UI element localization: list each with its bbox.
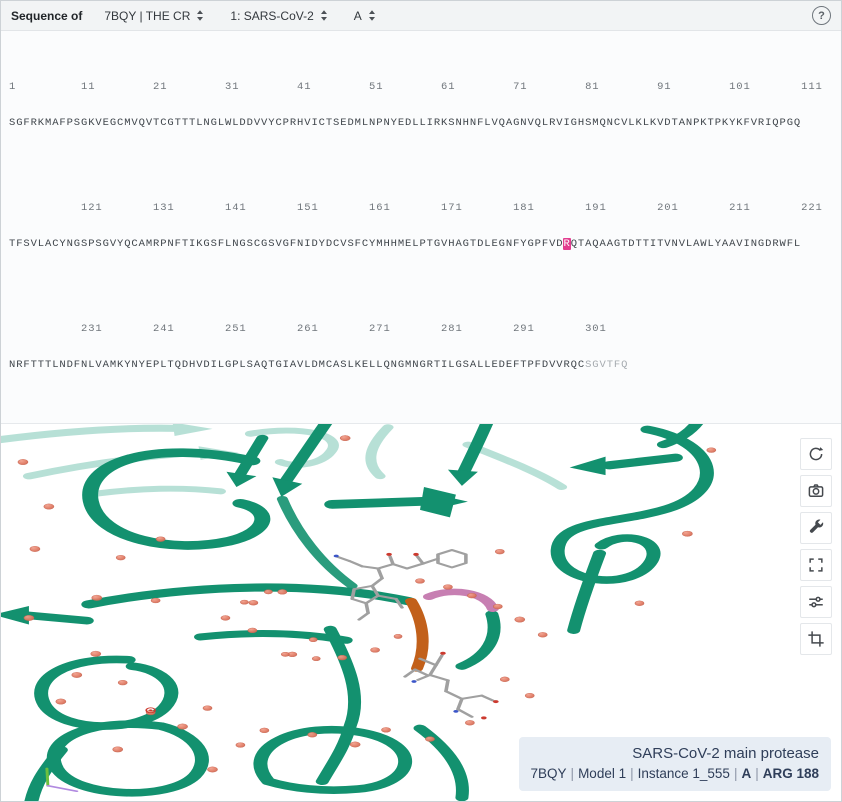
- structure-title: SARS-CoV-2 main protease: [632, 745, 819, 762]
- info-instance: Instance 1_555: [637, 766, 730, 781]
- molstar-viewer: Sequence of 7BQY | THE CR 1: SARS-CoV-2 …: [0, 0, 842, 802]
- chain-select[interactable]: A: [354, 9, 376, 23]
- info-model: Model 1: [578, 766, 627, 781]
- info-separator: |: [733, 766, 738, 781]
- sequence-row: 231 241 251 261 271 281 291 301 NRFTTTLN…: [9, 300, 833, 395]
- info-pdb-id: 7BQY: [530, 766, 567, 781]
- sliders-icon: [809, 596, 823, 608]
- sequence-letters[interactable]: SGFRKMAFPSGKVEGCMVQVTCGTTTLNGLWLDDVVYCPR…: [9, 117, 833, 129]
- screenshot-camera-icon: [808, 484, 824, 497]
- help-button[interactable]: ?: [812, 6, 831, 25]
- structure-select[interactable]: 7BQY | THE CR: [104, 9, 204, 23]
- select-updown-icon: [197, 10, 204, 21]
- reset-camera-button[interactable]: [800, 438, 832, 470]
- selection-mode-button[interactable]: [800, 623, 832, 655]
- sequence-letters[interactable]: TFSVLACYNGSPSGVYQCAMRPNFTIKGSFLNGSCGSVGF…: [9, 238, 833, 250]
- seq-segment: SGFRKMAFPSGKVEGCMVQVTCGTTTLNGLWLDDVVYCPR…: [9, 117, 802, 129]
- residue-highlight-arg188: R: [563, 238, 571, 250]
- fullscreen-icon: [809, 558, 823, 572]
- sequence-letters[interactable]: NRFTTTLNDFNLVAMKYNYEPLTQDHVDILGPLSAQTGIA…: [9, 359, 833, 371]
- toggle-controls-button[interactable]: [800, 512, 832, 544]
- seq-segment: NRFTTTLNDFNLVAMKYNYEPLTQDHVDILGPLSAQTGIA…: [9, 359, 586, 371]
- sequence-row: 121 131 141 151 161 171 181 191 201 211 …: [9, 179, 833, 274]
- info-separator: |: [755, 766, 759, 781]
- seq-segment: TFSVLACYNGSPSGVYQCAMRPNFTIKGSFLNGSCGSVGF…: [9, 238, 564, 250]
- info-separator: |: [570, 766, 575, 781]
- seq-segment: QTAQAAGTDTTITVNVLAWLYAAVINGDRWFL: [570, 238, 802, 250]
- sequence-numbers: 231 241 251 261 271 281 291 301: [9, 323, 607, 335]
- info-chain: A: [741, 766, 752, 781]
- select-updown-icon: [320, 10, 327, 21]
- wrench-icon: [809, 519, 824, 533]
- selection-info-box: SARS-CoV-2 main protease 7BQY | Model 1 | In…: [518, 737, 831, 791]
- benzyl-ring: [436, 549, 468, 569]
- select-updown-icon: [368, 10, 375, 21]
- reset-camera-icon: [809, 447, 824, 461]
- sequence-numbers: 121 131 141 151 161 171 181 191 201 211 …: [9, 202, 823, 214]
- structure-select-value: 7BQY | THE CR: [104, 8, 191, 23]
- crop-icon: [808, 631, 824, 647]
- screenshot-button[interactable]: [800, 475, 832, 507]
- sequence-toolbar: Sequence of 7BQY | THE CR 1: SARS-CoV-2 …: [1, 1, 841, 31]
- help-icon: ?: [818, 9, 825, 22]
- unmodeled-tail: SGVTFQ: [585, 359, 629, 371]
- selection-breadcrumb: 7BQY | Model 1 | Instance 1_555 | A | ARG 188: [531, 765, 819, 783]
- expand-viewport-button[interactable]: [800, 549, 832, 581]
- settings-button[interactable]: [800, 586, 832, 618]
- info-separator: |: [630, 766, 634, 781]
- entity-select[interactable]: 1: SARS-CoV-2: [230, 9, 327, 23]
- viewport-3d-canvas[interactable]: SARS-CoV-2 main protease 7BQY | Model 1 | In…: [1, 424, 841, 801]
- chain-select-value: A: [353, 8, 362, 23]
- info-residue: ARG 188: [762, 766, 819, 781]
- pink-segment: [422, 588, 499, 612]
- sequence-panel: 1 11 21 31 41 51 61 71 81 91 101 111 SGF…: [1, 31, 841, 424]
- sequence-row: 1 11 21 31 41 51 61 71 81 91 101 111 SGF…: [9, 58, 833, 153]
- sequence-of-label: Sequence of: [11, 8, 83, 23]
- sequence-numbers: 1 11 21 31 41 51 61 71 81 91 101 111: [9, 81, 823, 93]
- viewport-controls: [800, 438, 832, 655]
- entity-select-value: 1: SARS-CoV-2: [230, 8, 314, 23]
